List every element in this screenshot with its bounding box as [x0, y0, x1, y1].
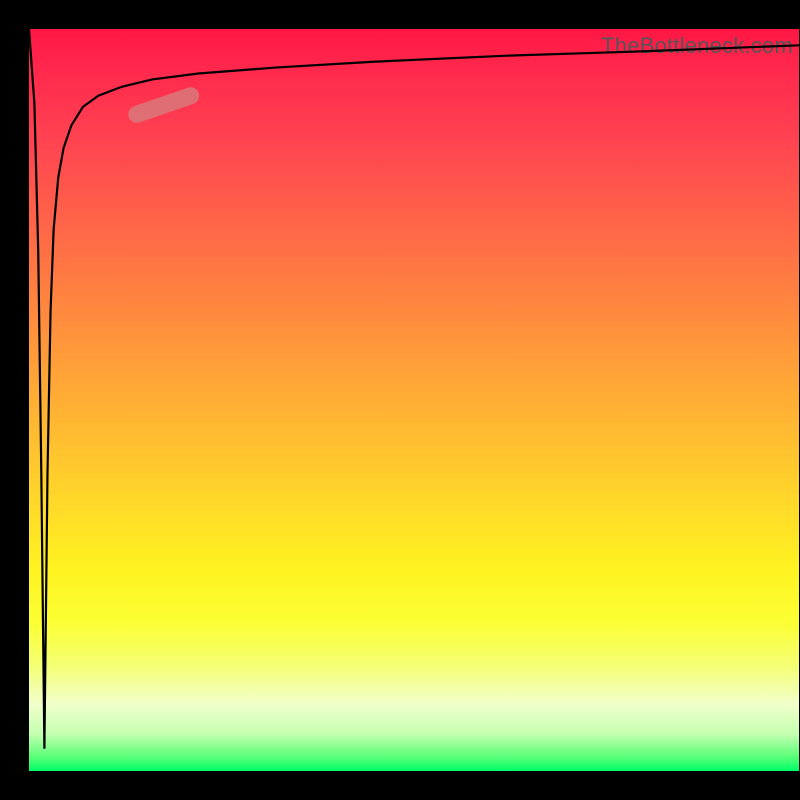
curve-layer [29, 29, 799, 771]
plot-area: TheBottleneck.com [29, 29, 799, 771]
bottleneck-curve [29, 29, 799, 749]
curve-marker [137, 96, 191, 115]
chart-frame: TheBottleneck.com [0, 0, 800, 800]
